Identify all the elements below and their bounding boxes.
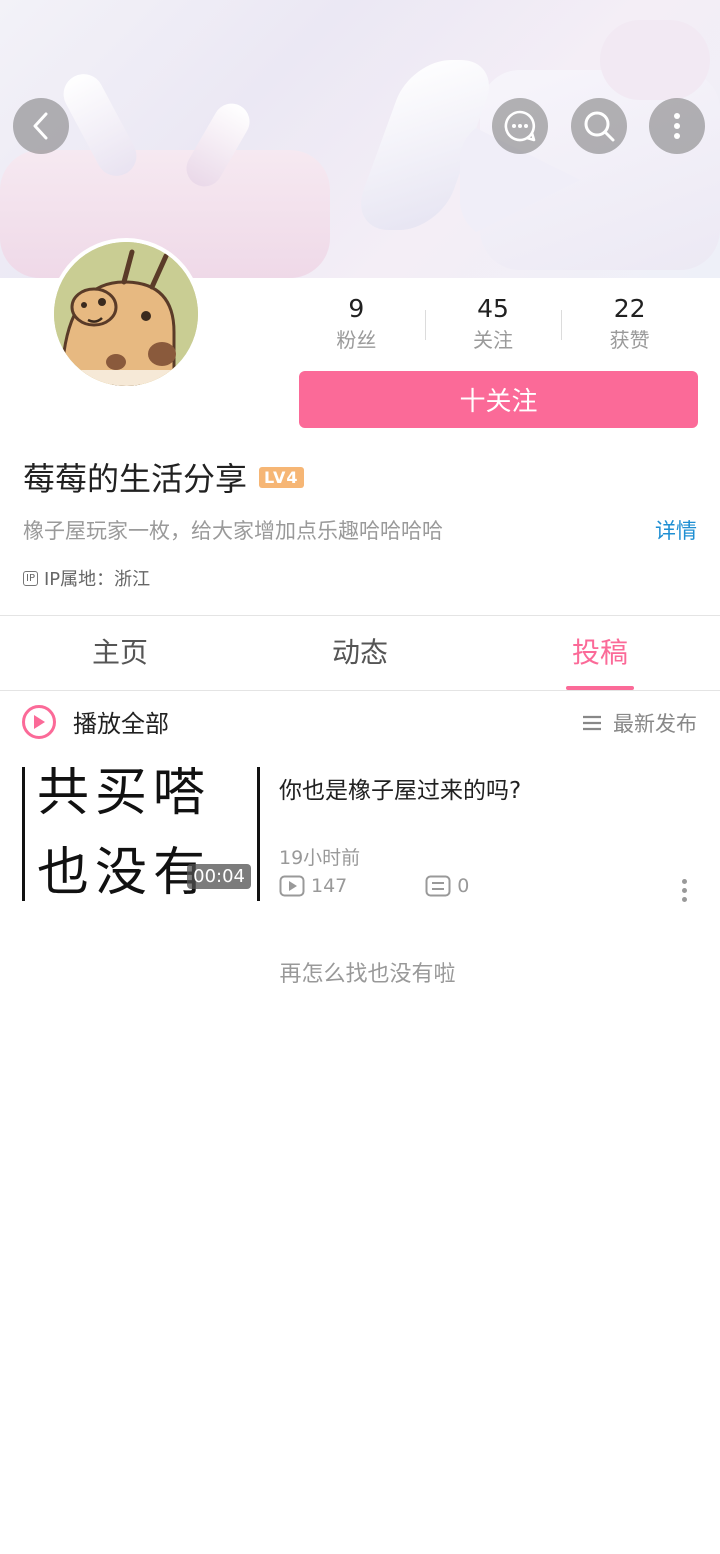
profile-name-row: 莓莓的生活分享 LV4 [23, 454, 304, 500]
profile-bio: 橡子屋玩家一枚，给大家增加点乐趣哈哈哈哈 [23, 519, 443, 543]
tab-posts[interactable]: 投稿 [480, 616, 720, 690]
play-count-value: 147 [311, 875, 348, 897]
sort-label: 最新发布 [613, 712, 697, 736]
message-button[interactable] [492, 98, 548, 154]
play-count: 147 [279, 875, 347, 897]
video-thumbnail[interactable]: 共买嗒 也没有 00:04 [22, 767, 260, 901]
tab-activity[interactable]: 动态 [240, 616, 480, 690]
detail-link[interactable]: 详情 [655, 515, 697, 545]
search-icon [584, 111, 615, 142]
video-title: 你也是橡子屋过来的吗? [279, 778, 522, 804]
banner-decoration [600, 20, 710, 100]
more-vertical-icon [682, 879, 687, 884]
comment-icon [425, 875, 451, 897]
profile-tabs: 主页 动态 投稿 [0, 616, 720, 690]
giraffe-avatar-image [54, 242, 198, 386]
divider [0, 690, 720, 691]
stat-label: 粉丝 [336, 328, 377, 352]
stat-value: 45 [477, 294, 509, 323]
play-all-label: 播放全部 [73, 710, 169, 738]
video-time: 19小时前 [279, 847, 361, 869]
video-duration: 00:04 [187, 864, 251, 889]
more-button[interactable] [649, 98, 705, 154]
play-circle-icon [22, 704, 56, 739]
more-vertical-icon [674, 113, 680, 139]
level-badge: LV4 [259, 466, 304, 488]
stat-label: 获赞 [609, 328, 650, 352]
avatar[interactable] [50, 238, 202, 390]
stat-fans[interactable]: 9 粉丝 [288, 292, 425, 362]
ip-icon: IP [23, 570, 38, 586]
thumbnail-text: 共买嗒 [37, 767, 212, 823]
chevron-left-icon [33, 112, 48, 140]
sort-button[interactable]: 最新发布 [581, 708, 697, 738]
comment-count: 0 [425, 875, 469, 897]
end-of-list-text: 再怎么找也没有啦 [279, 962, 456, 987]
stat-likes[interactable]: 22 获赞 [561, 292, 698, 362]
tab-home[interactable]: 主页 [0, 616, 240, 690]
profile-name: 莓莓的生活分享 [23, 460, 248, 498]
profile-stats: 9 粉丝 45 关注 22 获赞 [288, 292, 698, 362]
play-count-icon [279, 875, 305, 897]
comment-count-value: 0 [457, 875, 470, 897]
thumbnail-text: 也没有 [37, 843, 212, 901]
video-more-button[interactable] [682, 879, 688, 906]
stat-value: 22 [613, 294, 646, 323]
search-button[interactable] [571, 98, 627, 154]
stat-following[interactable]: 45 关注 [424, 292, 562, 362]
chat-bubble-icon [504, 110, 536, 142]
ip-location-text: IP属地：浙江 [43, 569, 151, 590]
video-list-item[interactable]: 共买嗒 也没有 00:04 你也是橡子屋过来的吗? 19小时前 147 0 [22, 767, 702, 902]
stat-value: 9 [348, 294, 365, 323]
follow-button[interactable]: 十关注 [299, 371, 698, 428]
list-sort-icon [583, 715, 601, 731]
video-meta: 147 0 [279, 875, 469, 897]
play-all-button[interactable]: 播放全部 [22, 704, 169, 739]
back-button[interactable] [13, 98, 69, 154]
stat-label: 关注 [473, 328, 513, 352]
ip-location: IP IP属地：浙江 [23, 565, 150, 591]
